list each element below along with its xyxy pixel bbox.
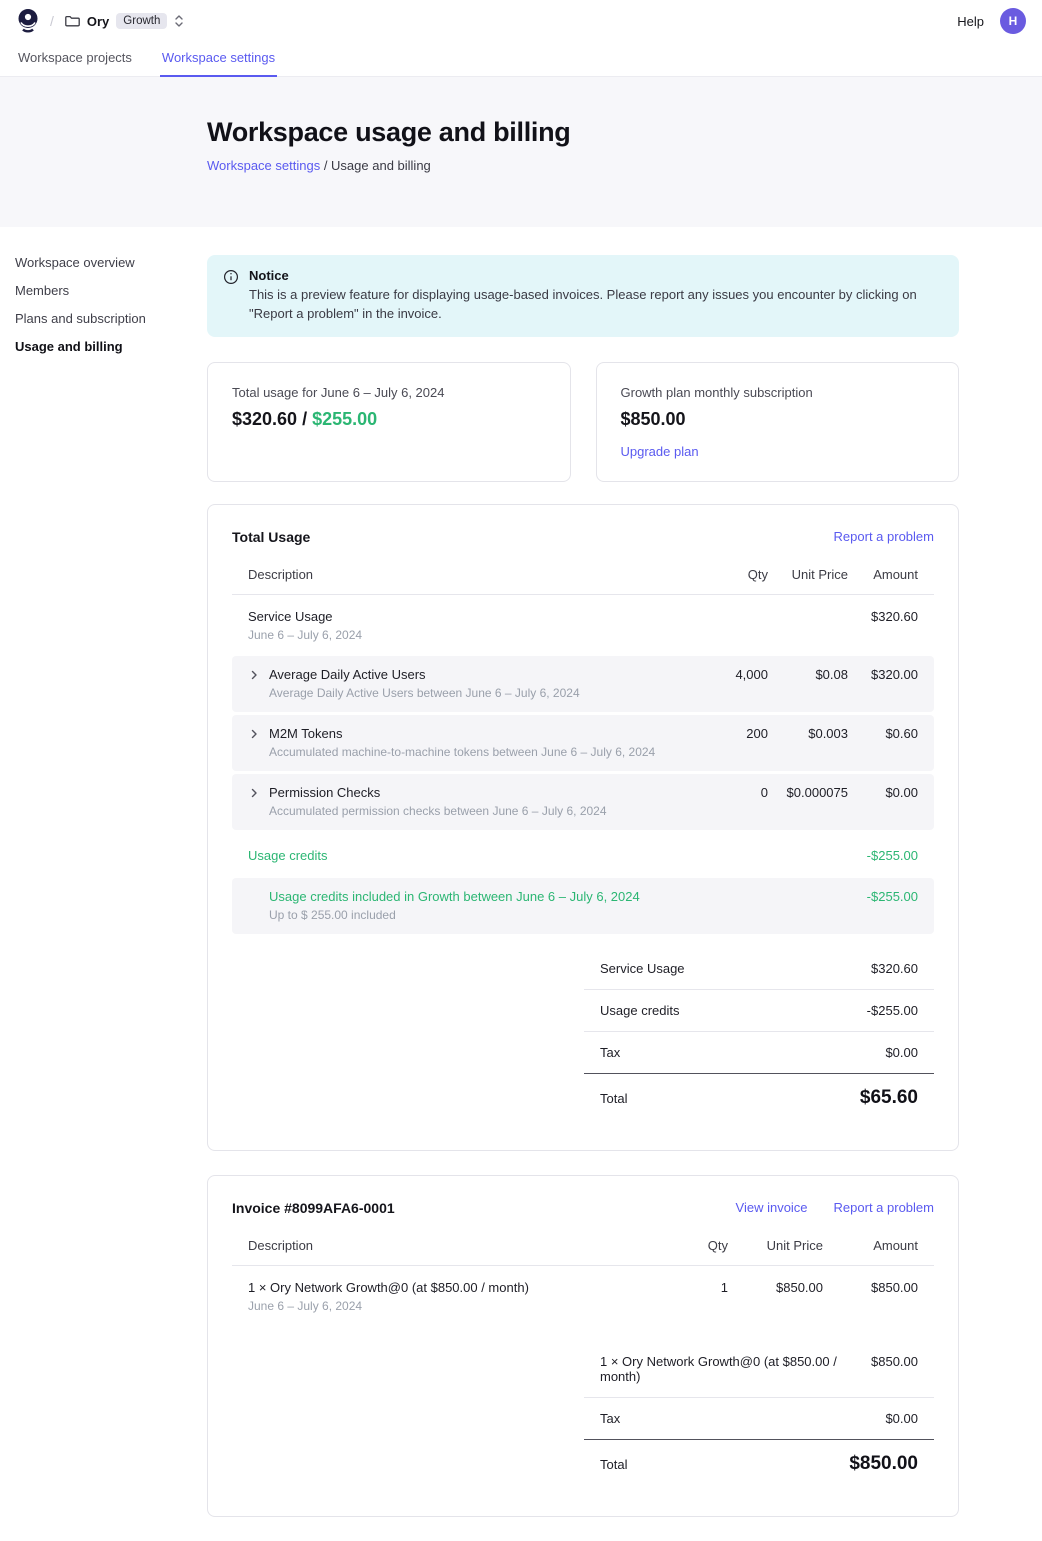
usage-line-item-daily-active-users[interactable]: Average Daily Active Users Average Daily… [232, 656, 934, 712]
breadcrumb-current: / Usage and billing [320, 158, 431, 173]
invoice-totals-grand-total: Total$850.00 [584, 1440, 934, 1488]
sidebar-item-plans-and-subscription[interactable]: Plans and subscription [15, 311, 207, 326]
tab-workspace-settings[interactable]: Workspace settings [160, 42, 277, 77]
folder-icon [64, 13, 80, 29]
help-link[interactable]: Help [957, 14, 984, 29]
total-usage-amount: $320.60 / $255.00 [232, 409, 546, 430]
settings-sidebar: Workspace overview Members Plans and sub… [0, 255, 207, 1541]
totals-service-usage: Service Usage$320.60 [584, 948, 934, 990]
chevron-right-icon[interactable] [248, 785, 260, 818]
workspace-tabs: Workspace projects Workspace settings [0, 42, 1042, 77]
view-invoice-link[interactable]: View invoice [736, 1200, 808, 1215]
invoice-line-item: 1 × Ory Network Growth@0 (at $850.00 / m… [232, 1266, 934, 1327]
plan-badge: Growth [116, 13, 167, 29]
page-title: Workspace usage and billing [207, 117, 1042, 148]
chevron-updown-icon[interactable] [174, 14, 184, 28]
usage-card-title: Total Usage [232, 529, 310, 545]
sidebar-item-members[interactable]: Members [15, 283, 207, 298]
invoice-table-header: Description Qty Unit Price Amount [232, 1228, 934, 1266]
ory-logo-icon [16, 8, 40, 34]
breadcrumb-link-workspace-settings[interactable]: Workspace settings [207, 158, 320, 173]
chevron-right-icon[interactable] [248, 726, 260, 759]
invoice-card: Invoice #8099AFA6-0001 View invoice Repo… [207, 1175, 959, 1517]
breadcrumb-separator: / [50, 13, 54, 29]
page-header: Workspace usage and billing Workspace se… [0, 77, 1042, 227]
tab-workspace-projects[interactable]: Workspace projects [16, 42, 134, 77]
usage-credits-row: Usage credits -$255.00 [232, 833, 934, 878]
report-problem-link[interactable]: Report a problem [834, 1200, 934, 1215]
usage-totals: Service Usage$320.60 Usage credits-$255.… [584, 948, 934, 1122]
ory-logo[interactable] [16, 8, 40, 34]
totals-tax: Tax$0.00 [584, 1032, 934, 1074]
chevron-right-icon[interactable] [248, 667, 260, 700]
topbar: / Ory Growth Help H [0, 0, 1042, 42]
invoice-totals: 1 × Ory Network Growth@0 (at $850.00 / m… [584, 1341, 934, 1488]
preview-notice: Notice This is a preview feature for dis… [207, 255, 959, 337]
notice-body: This is a preview feature for displaying… [249, 286, 937, 324]
usage-credit-amount: $255.00 [312, 409, 377, 429]
usage-line-item-permission-checks[interactable]: Permission Checks Accumulated permission… [232, 774, 934, 830]
subscription-card: Growth plan monthly subscription $850.00… [596, 362, 960, 482]
sidebar-item-usage-and-billing[interactable]: Usage and billing [15, 339, 207, 354]
subscription-amount: $850.00 [621, 409, 935, 430]
total-usage-invoice-card: Total Usage Report a problem Description… [207, 504, 959, 1151]
user-avatar[interactable]: H [1000, 8, 1026, 34]
invoice-totals-tax: Tax$0.00 [584, 1398, 934, 1440]
service-usage-row: Service Usage June 6 – July 6, 2024 $320… [232, 595, 934, 656]
totals-usage-credits: Usage credits-$255.00 [584, 990, 934, 1032]
report-problem-link[interactable]: Report a problem [834, 529, 934, 544]
workspace-switcher[interactable]: Ory Growth [64, 13, 184, 29]
breadcrumb: Workspace settings / Usage and billing [207, 158, 1042, 173]
totals-grand-total: Total$65.60 [584, 1074, 934, 1122]
info-icon [223, 268, 239, 324]
upgrade-plan-link[interactable]: Upgrade plan [621, 444, 699, 459]
sidebar-item-workspace-overview[interactable]: Workspace overview [15, 255, 207, 270]
workspace-name: Ory [87, 14, 109, 29]
usage-line-item-m2m-tokens[interactable]: M2M Tokens Accumulated machine-to-machin… [232, 715, 934, 771]
usage-table-header: Description Qty Unit Price Amount [232, 557, 934, 595]
total-usage-card: Total usage for June 6 – July 6, 2024 $3… [207, 362, 571, 482]
total-usage-label: Total usage for June 6 – July 6, 2024 [232, 385, 546, 400]
invoice-title: Invoice #8099AFA6-0001 [232, 1200, 395, 1216]
notice-title: Notice [249, 268, 937, 283]
invoice-totals-subscription: 1 × Ory Network Growth@0 (at $850.00 / m… [584, 1341, 934, 1398]
subscription-label: Growth plan monthly subscription [621, 385, 935, 400]
usage-credits-detail-row: Usage credits included in Growth between… [232, 878, 934, 934]
